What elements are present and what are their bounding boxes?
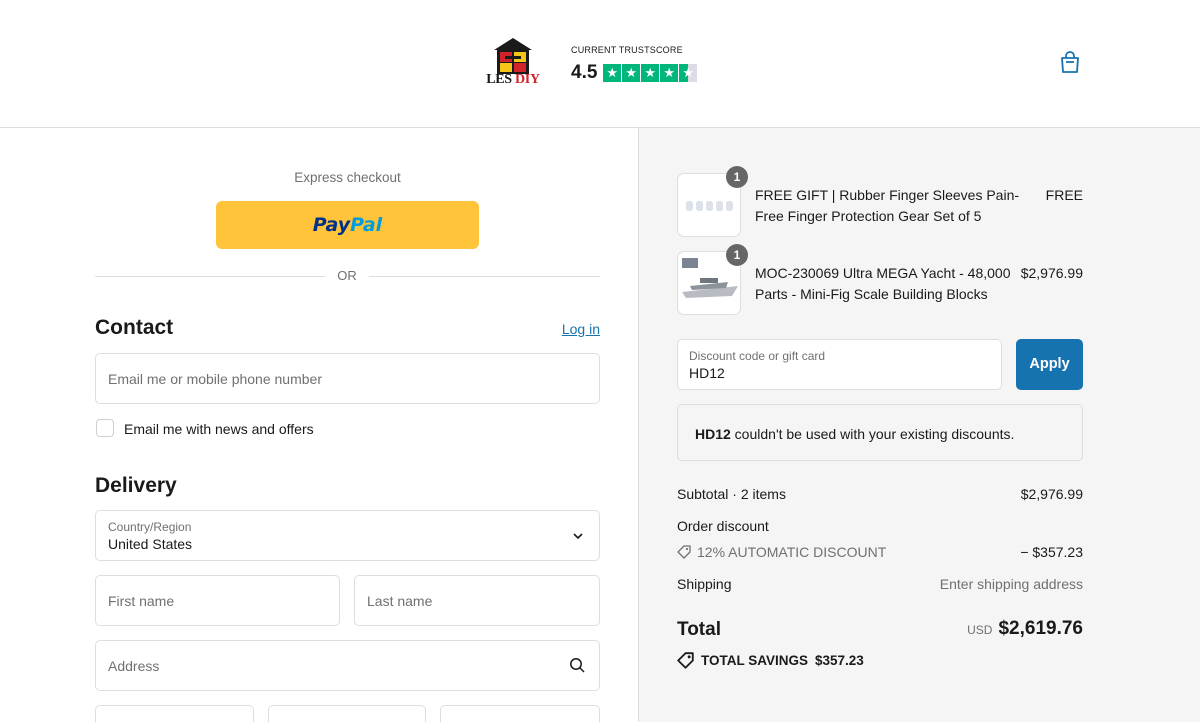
total-value: $2,619.76 [998, 618, 1083, 639]
site-header: LES DIY CURRENT TRUSTSCORE 4.5 ★ ★ ★ ★ ★ [0, 0, 1200, 128]
star-icon: ★ [660, 64, 678, 82]
trustpilot-widget[interactable]: CURRENT TRUSTSCORE 4.5 ★ ★ ★ ★ ★ [571, 45, 698, 84]
apply-discount-button[interactable]: Apply [1016, 339, 1083, 390]
trust-stars: ★ ★ ★ ★ ★ [603, 64, 698, 82]
quantity-badge: 1 [726, 244, 748, 266]
order-discount-label: Order discount [677, 518, 769, 534]
item-price: $2,976.99 [1020, 265, 1083, 281]
discount-code-field[interactable]: Discount code or gift card HD12 [677, 339, 1002, 390]
subtotal-value: $2,976.99 [1020, 486, 1083, 502]
half-star-icon: ★ [679, 64, 697, 82]
star-icon: ★ [603, 64, 621, 82]
quantity-badge: 1 [726, 166, 748, 188]
tag-icon [677, 652, 694, 669]
shipping-label: Shipping [677, 576, 732, 592]
delivery-heading: Delivery [95, 474, 177, 497]
address-field[interactable]: Address [95, 640, 600, 691]
tag-icon [677, 545, 691, 559]
savings-value: $357.23 [815, 653, 864, 668]
logo-text: LES DIY [486, 72, 540, 87]
notice-text: couldn't be used with your existing disc… [730, 426, 1015, 442]
automatic-discount-value: − $357.23 [1020, 544, 1083, 560]
newsletter-checkbox[interactable] [96, 419, 114, 437]
total-amount: USD $2,619.76 [880, 618, 1083, 640]
star-icon: ★ [622, 64, 640, 82]
savings-label: TOTAL SAVINGS [701, 653, 809, 668]
first-name-field[interactable]: First name [95, 575, 340, 626]
address-line-field[interactable] [95, 705, 254, 722]
star-icon: ★ [641, 64, 659, 82]
email-field[interactable]: Email me or mobile phone number [95, 353, 600, 404]
total-savings-row: TOTAL SAVINGS $357.23 [677, 652, 864, 669]
total-currency: USD [967, 623, 993, 637]
shopping-bag-icon[interactable] [1059, 50, 1081, 74]
search-icon [570, 658, 585, 673]
newsletter-label: Email me with news and offers [124, 421, 314, 437]
address-line-field[interactable] [268, 705, 426, 722]
login-link[interactable]: Log in [540, 321, 600, 337]
last-name-field[interactable]: Last name [354, 575, 600, 626]
country-select[interactable]: Country/Region United States [95, 510, 600, 561]
trustscore-value: 4.5 [571, 62, 598, 83]
item-price: FREE [1045, 187, 1083, 203]
automatic-discount-row: 12% AUTOMATIC DISCOUNT [677, 544, 886, 560]
automatic-discount-label: 12% AUTOMATIC DISCOUNT [697, 544, 887, 560]
house-logo-icon [494, 38, 532, 74]
notice-code: HD12 [695, 426, 731, 442]
chevron-down-icon [573, 533, 583, 540]
or-divider-label: OR [325, 268, 369, 283]
total-label: Total [677, 619, 721, 640]
store-logo[interactable]: LES DIY [484, 38, 542, 90]
paypal-button[interactable]: Pay Pal [216, 201, 479, 249]
subtotal-label: Subtotal · 2 items [677, 486, 786, 502]
trustscore-label: CURRENT TRUSTSCORE [571, 45, 683, 55]
discount-error-notice: HD12 couldn't be used with your existing… [677, 404, 1083, 461]
item-name: MOC-230069 Ultra MEGA Yacht - 48,000 Par… [755, 265, 1011, 302]
shipping-value: Enter shipping address [939, 576, 1083, 592]
address-line-field[interactable] [440, 705, 600, 722]
contact-heading: Contact [95, 316, 174, 339]
express-checkout-label: Express checkout [294, 170, 401, 185]
